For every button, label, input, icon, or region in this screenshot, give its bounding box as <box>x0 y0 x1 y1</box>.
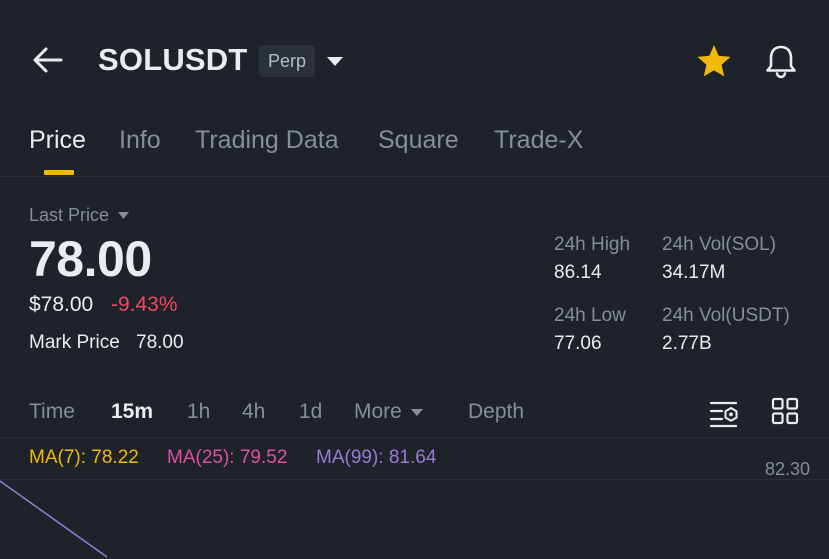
interval-1h[interactable]: 1h <box>187 400 210 424</box>
mark-price-value: 78.00 <box>136 332 184 353</box>
interval-15m[interactable]: 15m <box>111 400 153 424</box>
tab-trading-data[interactable]: Trading Data <box>195 126 339 155</box>
interval-1d[interactable]: 1d <box>299 400 322 424</box>
usd-price: $78.00 <box>29 293 94 316</box>
vol-usdt-value: 2.77B <box>662 333 712 354</box>
ma7-indicator: MA(7): 78.22 <box>29 447 139 468</box>
ma99-line <box>0 480 108 558</box>
caret-down-icon <box>410 408 423 416</box>
alert-button[interactable] <box>762 42 800 85</box>
caret-down-icon <box>118 212 130 219</box>
interval-time[interactable]: Time <box>29 400 75 424</box>
symbol-title[interactable]: SOLUSDT <box>98 42 248 78</box>
interval-bar: Time 15m 1h 4h 1d More Depth <box>0 390 829 438</box>
header: SOLUSDT Perp <box>0 0 829 120</box>
last-price-label: Last Price <box>29 205 110 225</box>
layout-grid-button[interactable] <box>771 397 799 430</box>
vol-sol-label: 24h Vol(SOL) <box>662 234 777 255</box>
price-axis-label: 82.30 <box>765 459 811 479</box>
tab-price[interactable]: Price <box>29 126 86 155</box>
bell-icon <box>766 45 796 79</box>
high-24h-value: 86.14 <box>554 262 602 283</box>
active-tab-indicator <box>44 170 74 175</box>
perp-badge: Perp <box>259 45 316 77</box>
interval-4h[interactable]: 4h <box>242 400 265 424</box>
tab-info[interactable]: Info <box>119 126 161 155</box>
last-price-value: 78.00 <box>29 231 152 287</box>
last-price-selector[interactable]: Last Price <box>29 205 130 226</box>
price-chart[interactable] <box>0 479 829 559</box>
price-change-percent: -9.43% <box>111 293 178 316</box>
interval-more[interactable]: More <box>354 400 424 424</box>
star-icon <box>697 45 731 77</box>
mark-price-label: Mark Price <box>29 332 120 353</box>
favorite-button[interactable] <box>695 43 733 84</box>
vol-usdt-label: 24h Vol(USDT) <box>662 305 790 326</box>
high-24h-label: 24h High <box>554 234 631 255</box>
indicator-settings-icon <box>709 401 738 428</box>
ma99-indicator: MA(99): 81.64 <box>316 447 437 468</box>
interval-more-label: More <box>354 400 402 423</box>
tab-trade-x[interactable]: Trade-X <box>494 126 583 155</box>
grid-icon <box>771 397 799 425</box>
symbol-dropdown-button[interactable] <box>325 54 345 73</box>
depth-tab[interactable]: Depth <box>468 400 524 424</box>
chevron-down-icon <box>327 57 343 66</box>
tab-square[interactable]: Square <box>378 126 459 155</box>
ma25-indicator: MA(25): 79.52 <box>167 447 288 468</box>
back-button[interactable] <box>30 42 66 78</box>
chart-settings-button[interactable] <box>708 398 740 433</box>
vol-sol-value: 34.17M <box>662 262 726 283</box>
back-arrow-icon <box>33 47 63 73</box>
tab-bar: Price Info Trading Data Square Trade-X <box>0 120 829 177</box>
low-24h-label: 24h Low <box>554 305 626 326</box>
low-24h-value: 77.06 <box>554 333 602 354</box>
